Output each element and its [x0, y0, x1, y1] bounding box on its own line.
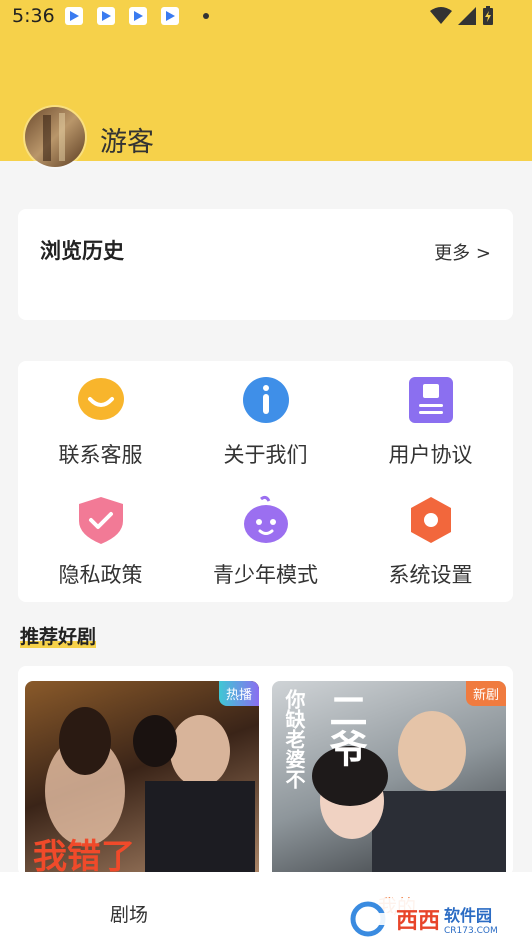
poster-subtitle: 你缺老婆不	[282, 689, 306, 789]
recommend-card: 热播 我错了 新剧 二爷 你缺老婆不	[18, 666, 513, 881]
new-tag: 新剧	[465, 681, 506, 706]
menu-item-privacy-policy[interactable]: 隐私政策	[18, 481, 183, 591]
menu-item-customer-service[interactable]: 联系客服	[18, 361, 183, 471]
recommend-title-text: 推荐好剧	[20, 626, 97, 648]
status-bar: 5:36	[0, 0, 532, 32]
history-more-link[interactable]: 更多 >	[434, 239, 491, 265]
menu-item-label: 青少年模式	[213, 563, 318, 587]
watermark-logo-icon	[350, 901, 394, 937]
watermark-text-secondary: 软件园	[444, 906, 493, 925]
status-time: 5:36	[12, 5, 55, 27]
signal-icon	[458, 7, 476, 25]
watermark-text-primary: 西西	[396, 909, 441, 934]
settings-icon	[410, 497, 451, 543]
drama-poster[interactable]: 热播 我错了	[25, 681, 259, 881]
notification-app-icon	[96, 7, 115, 25]
info-icon	[242, 377, 289, 423]
teen-mode-icon	[243, 495, 288, 543]
battery-icon	[483, 6, 493, 25]
browse-history-title: 浏览历史	[40, 239, 124, 263]
watermark-url: CR173.COM	[444, 926, 498, 936]
notification-app-icon	[128, 7, 147, 25]
menu-item-label: 用户协议	[388, 443, 473, 467]
tab-theater[interactable]: 剧场	[110, 900, 148, 927]
notification-app-icon	[64, 7, 83, 25]
more-notifications-dot-icon	[202, 13, 209, 19]
menu-item-about-us[interactable]: 关于我们	[183, 361, 348, 471]
username[interactable]: 游客	[100, 120, 154, 159]
notification-app-icon	[160, 7, 179, 25]
site-watermark: 西西 软件园 CR173.COM	[346, 898, 524, 940]
poster-title: 二爷	[323, 691, 368, 767]
shield-icon	[78, 497, 123, 544]
browse-history-card: 浏览历史 更多 >	[18, 209, 513, 320]
menu-item-system-settings[interactable]: 系统设置	[348, 481, 513, 591]
menu-grid: 联系客服 关于我们 用户协议 隐私政策 青少年模式 系统设置	[18, 361, 513, 602]
avatar[interactable]	[25, 107, 85, 167]
menu-item-teen-mode[interactable]: 青少年模式	[183, 481, 348, 591]
menu-item-user-agreement[interactable]: 用户协议	[348, 361, 513, 471]
menu-item-label: 关于我们	[223, 443, 308, 467]
document-icon	[408, 377, 453, 423]
recommend-title: 推荐好剧	[20, 622, 97, 649]
menu-item-label: 联系客服	[58, 443, 143, 467]
hot-tag: 热播	[218, 681, 259, 706]
customer-service-icon	[77, 378, 124, 420]
poster-title: 我错了	[33, 837, 135, 877]
menu-item-label: 隐私政策	[58, 563, 143, 587]
menu-item-label: 系统设置	[388, 563, 473, 587]
drama-poster[interactable]: 新剧 二爷 你缺老婆不	[272, 681, 506, 881]
wifi-icon	[430, 7, 452, 24]
